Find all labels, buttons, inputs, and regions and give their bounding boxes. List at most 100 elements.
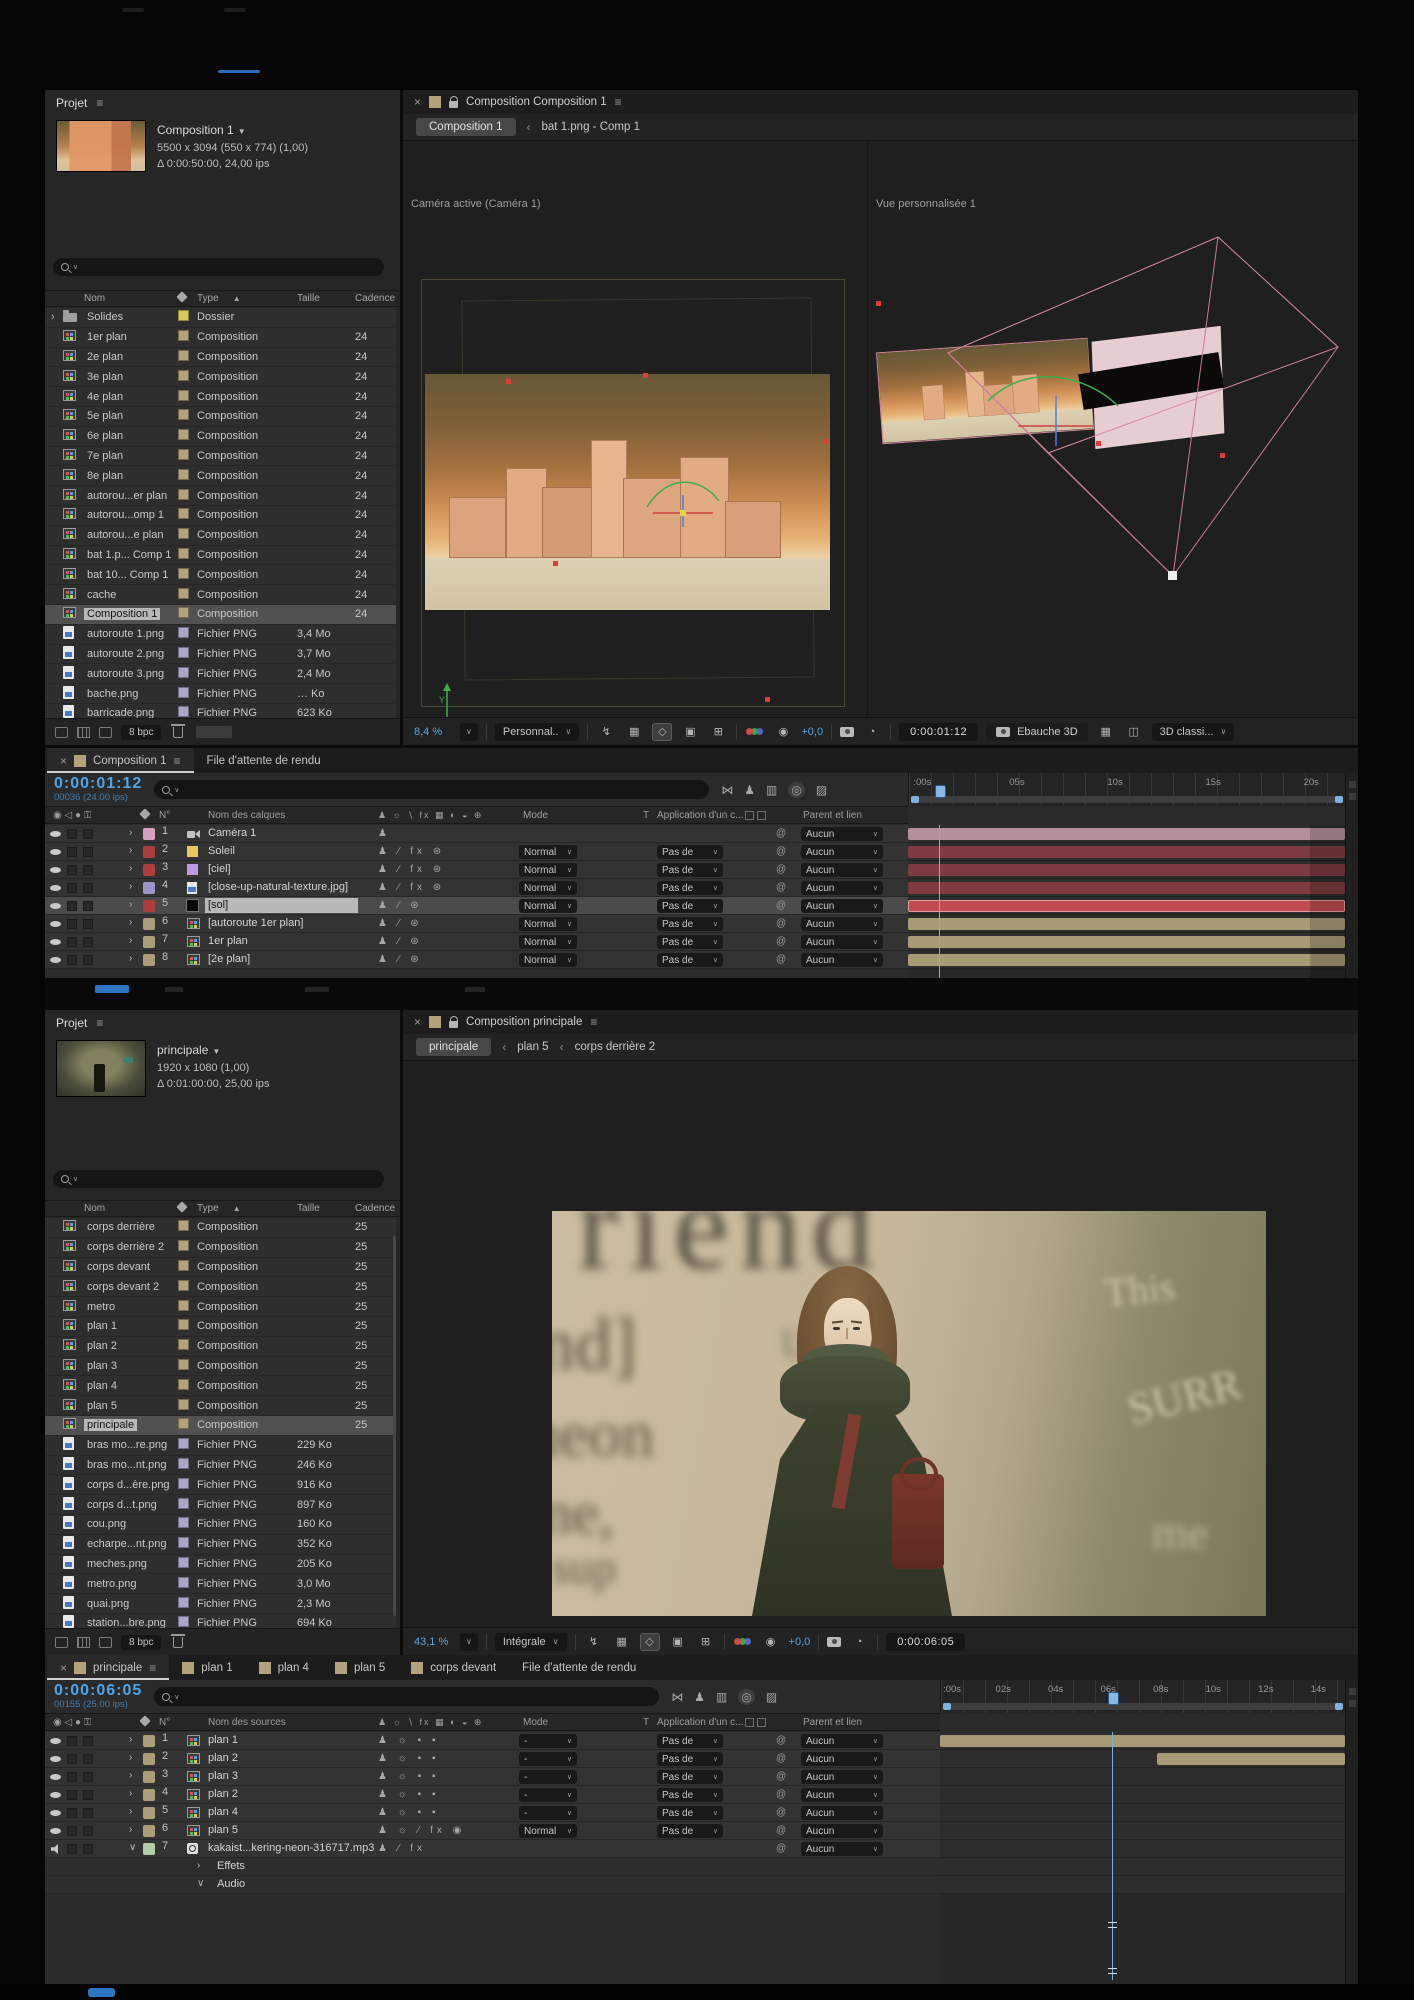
item-name[interactable]: station...bre.png: [84, 1617, 178, 1628]
renderer-dropdown[interactable]: 3D classi...∨: [1152, 723, 1235, 741]
label-color-chip[interactable]: [178, 568, 189, 579]
column-taille[interactable]: Taille: [297, 293, 355, 304]
new-composition-icon[interactable]: [99, 727, 112, 738]
item-name[interactable]: corps devant 2: [84, 1281, 178, 1293]
label-color-chip[interactable]: [178, 1220, 189, 1231]
label-color-chip[interactable]: [143, 1789, 155, 1801]
project-search-input[interactable]: ∨: [53, 258, 384, 276]
pickwhip-icon[interactable]: @: [776, 1789, 786, 1800]
project-item-row[interactable]: echarpe...nt.png Fichier PNG 352 Ko: [45, 1535, 396, 1555]
mode-dropdown[interactable]: Normal∨: [519, 845, 577, 859]
label-color-chip[interactable]: [178, 667, 189, 678]
column-cadence[interactable]: Cadence: [355, 1203, 395, 1214]
column-taille[interactable]: Taille: [297, 1203, 355, 1214]
layer-name[interactable]: [2e plan]: [208, 953, 250, 965]
audio-toggle[interactable]: [67, 1826, 77, 1836]
project-item-row[interactable]: 3e plan Composition 24: [45, 367, 396, 387]
label-color-chip[interactable]: [178, 1616, 189, 1627]
audio-toggle[interactable]: [67, 1844, 77, 1854]
project-item-row[interactable]: meches.png Fichier PNG 205 Ko: [45, 1555, 396, 1575]
work-area-start-handle[interactable]: [943, 1703, 951, 1710]
mode-dropdown[interactable]: -∨: [519, 1806, 577, 1820]
layer-switches[interactable]: ♟ ∕ fx ⊛: [378, 846, 518, 857]
solo-lock-toggle[interactable]: [83, 883, 93, 893]
mode-dropdown[interactable]: Normal∨: [519, 917, 577, 931]
visibility-toggle[interactable]: [50, 1736, 62, 1746]
layer-switches[interactable]: ♟ ☼ ∕ fx ◉: [378, 1825, 518, 1836]
layer-twirl-icon[interactable]: ∨: [129, 1842, 136, 1853]
solo-lock-toggle[interactable]: [83, 1790, 93, 1800]
column-nom[interactable]: Nom: [84, 1203, 178, 1214]
layer-row[interactable]: › 2 Soleil ♟ ∕ fx ⊛ Normal∨ Pas de∨ @ Au…: [45, 843, 908, 861]
project-item-row[interactable]: cou.png Fichier PNG 160 Ko: [45, 1515, 396, 1535]
label-color-chip[interactable]: [178, 1557, 189, 1568]
label-color-chip[interactable]: [178, 1517, 189, 1528]
item-name[interactable]: autoroute 3.png: [84, 668, 178, 680]
label-color-chip[interactable]: [178, 1339, 189, 1350]
audio-toggle[interactable]: [67, 1736, 77, 1746]
layer-name[interactable]: [close-up-natural-texture.jpg]: [208, 881, 348, 893]
item-name[interactable]: plan 3: [84, 1360, 178, 1372]
layer-twirl-icon[interactable]: ›: [129, 1770, 132, 1781]
layer-row[interactable]: › 7 1er plan ♟ ∕ ⊛ Normal∨ Pas de∨ @ Auc…: [45, 933, 908, 951]
layer-switches[interactable]: ♟ ∕ ⊛: [378, 900, 518, 911]
label-color-chip[interactable]: [178, 350, 189, 361]
layer-name[interactable]: plan 3: [208, 1770, 238, 1782]
mode-dropdown[interactable]: Normal∨: [519, 863, 577, 877]
panel-menu-icon[interactable]: ≡: [96, 96, 103, 110]
layer-switches[interactable]: ♟ ∕ ⊛: [378, 918, 518, 929]
label-color-chip[interactable]: [178, 429, 189, 440]
visibility-toggle[interactable]: [50, 1790, 62, 1800]
item-name[interactable]: autorou...er plan: [84, 490, 178, 502]
layer-twirl-icon[interactable]: ›: [129, 863, 132, 874]
work-area-end-handle[interactable]: [1335, 796, 1343, 803]
mode-dropdown[interactable]: Normal∨: [519, 899, 577, 913]
audio-toggle[interactable]: [67, 829, 77, 839]
layer-name[interactable]: Soleil: [208, 845, 235, 857]
pickwhip-icon[interactable]: @: [776, 882, 786, 893]
project-item-row[interactable]: corps devant Composition 25: [45, 1258, 396, 1278]
solo-lock-toggle[interactable]: [83, 1754, 93, 1764]
project-item-row[interactable]: plan 3 Composition 25: [45, 1357, 396, 1377]
track-matte-dropdown[interactable]: Pas de∨: [657, 1806, 723, 1820]
parent-dropdown[interactable]: Aucun∨: [801, 881, 883, 895]
new-composition-icon[interactable]: [99, 1637, 112, 1648]
timeline-view-options[interactable]: ⋈♟▥◎▨: [721, 782, 827, 798]
graph-editor-icon[interactable]: ▨: [816, 783, 827, 797]
layer-row[interactable]: › 3 plan 3 ♟ ☼ ▪ ▪ -∨ Pas de∨ @ Aucun∨: [45, 1768, 940, 1786]
current-timecode[interactable]: 0:00:01:12: [54, 776, 142, 792]
layer-duration-bar[interactable]: [940, 1735, 1345, 1747]
track-matte-dropdown[interactable]: Pas de∨: [657, 1824, 723, 1838]
layer-twirl-icon[interactable]: ›: [129, 1752, 132, 1763]
visibility-toggle[interactable]: [50, 1844, 62, 1854]
project-item-row[interactable]: bat 10... Comp 1 Composition 24: [45, 565, 396, 585]
project-column-headers[interactable]: Nom Type▲ Taille Cadence: [45, 1200, 400, 1217]
label-color-chip[interactable]: [178, 1537, 189, 1548]
pickwhip-icon[interactable]: @: [776, 918, 786, 929]
pickwhip-icon[interactable]: @: [776, 846, 786, 857]
project-item-row[interactable]: principale Composition 25: [45, 1416, 396, 1436]
label-color-chip[interactable]: [143, 828, 155, 840]
layer-duration-bar[interactable]: [908, 828, 1345, 840]
label-color-chip[interactable]: [178, 1260, 189, 1271]
layer-row[interactable]: › 4 plan 2 ♟ ☼ ▪ ▪ -∨ Pas de∨ @ Aucun∨: [45, 1786, 940, 1804]
audio-toggle[interactable]: [67, 1772, 77, 1782]
color-depth-button[interactable]: 8 bpc: [121, 1635, 161, 1650]
channel-icon[interactable]: [733, 1636, 753, 1648]
time-ruler[interactable]: :00s05s10s15s20s: [908, 773, 1345, 806]
label-color-chip[interactable]: [143, 864, 155, 876]
region-of-interest-icon[interactable]: ▣: [668, 1633, 688, 1651]
channel-icon[interactable]: [745, 726, 765, 738]
project-item-row[interactable]: quai.png Fichier PNG 2,3 Mo: [45, 1594, 396, 1614]
label-color-chip[interactable]: [143, 936, 155, 948]
timeline-tab[interactable]: × File d'attente de rendu ≡: [509, 1655, 649, 1680]
project-column-headers[interactable]: Nom Type▲ Taille Cadence: [45, 290, 400, 307]
solo-lock-toggle[interactable]: [83, 1736, 93, 1746]
parent-dropdown[interactable]: Aucun∨: [801, 917, 883, 931]
label-color-chip[interactable]: [143, 882, 155, 894]
layer-name[interactable]: kakaist...kering-neon-316717.mp3: [208, 1842, 374, 1854]
layer-switches[interactable]: ♟: [378, 828, 518, 839]
item-name[interactable]: Solides: [84, 311, 178, 323]
draft-3d-button[interactable]: Ebauche 3D: [986, 723, 1088, 741]
label-color-chip[interactable]: [143, 1735, 155, 1747]
